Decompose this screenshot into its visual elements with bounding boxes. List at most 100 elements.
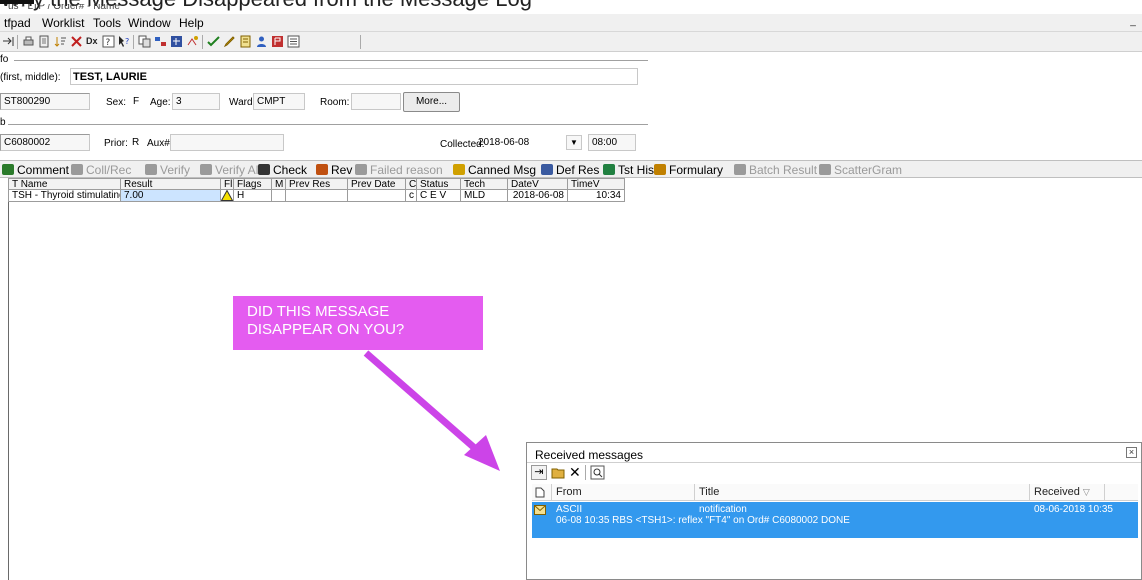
column-header-prev-date[interactable]: Prev Date [348, 178, 406, 190]
column-header-m[interactable]: M [272, 178, 286, 190]
flag-icon[interactable] [271, 35, 284, 48]
help-query-icon[interactable]: ? [102, 35, 115, 48]
date-dropdown-icon[interactable]: ▼ [566, 135, 582, 150]
callout-box: DID THIS MESSAGE DISAPPEAR ON YOU? [233, 296, 483, 350]
specimen-icon[interactable] [170, 35, 183, 48]
column-header-result[interactable]: Result [121, 178, 221, 190]
sex-label: Sex: [106, 97, 127, 108]
results-toolbar-item-batch-result[interactable]: Batch Result [734, 163, 817, 177]
results-toolbar-item-coll-rec[interactable]: Coll/Rec [71, 163, 131, 177]
flow-icon[interactable] [186, 35, 199, 48]
toolbar-separator [585, 465, 586, 480]
results-toolbar-item-failed-reason[interactable]: Failed reason [355, 163, 443, 177]
result-cell-datev: 2018-06-08 [508, 190, 568, 202]
message-title: notification [699, 504, 747, 515]
rev-icon [316, 164, 328, 175]
room-label: Room: [320, 97, 350, 108]
envelope-icon [534, 505, 546, 515]
results-toolbar-label: Verify [160, 163, 191, 177]
toolbar-end [360, 35, 361, 49]
menu-tools[interactable]: Tools [93, 16, 121, 30]
main-toolbar: Dx ? ? [0, 32, 1142, 52]
results-toolbar-label: Verify All [215, 163, 262, 177]
column-header-status[interactable]: Status [417, 178, 461, 190]
results-toolbar-item-verify[interactable]: Verify [145, 163, 190, 177]
patient-group-line [14, 60, 648, 61]
order-group-line [8, 124, 648, 125]
column-header-t-name[interactable]: T Name [8, 178, 121, 190]
result-cell-c: c [406, 190, 417, 202]
messages-header: From Title Received ▽ [532, 484, 1138, 501]
grid-left-border [8, 178, 9, 580]
delete-icon[interactable]: ✕ [569, 464, 581, 481]
batch-result-icon [734, 164, 746, 175]
ward-label: Ward: [229, 97, 256, 108]
results-toolbar-item-tst-hist[interactable]: Tst Hist [603, 163, 657, 177]
collected-time[interactable]: 08:00 [588, 134, 636, 151]
context-help-icon[interactable]: ? [117, 35, 130, 48]
results-toolbar-item-comment[interactable]: Comment [2, 163, 69, 177]
patient-id-field[interactable]: ST800290 [0, 93, 90, 110]
tab-forward-icon[interactable] [2, 35, 15, 48]
age-label: Age: [150, 97, 171, 108]
pen-icon[interactable] [223, 35, 236, 48]
pin-icon[interactable]: ⇥ [531, 465, 547, 480]
header-separator [1029, 484, 1030, 500]
svg-text:?: ? [125, 37, 129, 46]
report-icon[interactable] [239, 35, 252, 48]
close-icon[interactable]: × [1126, 447, 1137, 458]
result-cell-fl [221, 190, 234, 202]
message-row[interactable]: ASCII notification 08-06-2018 10:35 06-0… [532, 502, 1138, 538]
prior-value: R [132, 137, 140, 148]
list-icon[interactable] [287, 35, 300, 48]
sort-icon[interactable] [54, 35, 67, 48]
accession-field[interactable]: C6080002 [0, 134, 90, 151]
cancel-order-icon[interactable] [70, 35, 83, 48]
column-header-flags[interactable]: Flags [234, 178, 272, 190]
column-header-c[interactable]: C [406, 178, 417, 190]
menu-scratchpad[interactable]: tfpad [4, 16, 31, 30]
results-toolbar-item-verify-all[interactable]: Verify All [200, 163, 261, 177]
results-toolbar-item-canned-msg[interactable]: Canned Msg [453, 163, 536, 177]
results-toolbar-label: Tst Hist [618, 163, 658, 177]
document-column-icon [535, 487, 545, 498]
results-toolbar-item-check[interactable]: Check [258, 163, 307, 177]
results-toolbar-item-scattergram[interactable]: ScatterGram [819, 163, 902, 177]
sort-descending-icon: ▽ [1082, 487, 1090, 497]
copy-icon[interactable] [138, 35, 151, 48]
results-toolbar-item-rev[interactable]: Rev [316, 163, 352, 177]
verify-icon [145, 164, 157, 175]
collected-date[interactable]: 2018-06-08 [474, 134, 566, 151]
minimize-button[interactable]: _ [1124, 16, 1142, 28]
result-cell-result[interactable]: 7.00 [121, 190, 221, 202]
open-folder-icon[interactable] [551, 466, 566, 479]
menu-worklist[interactable]: Worklist [42, 16, 84, 30]
results-toolbar-label: Canned Msg [468, 163, 537, 177]
document-icon[interactable] [38, 35, 51, 48]
user-icon[interactable] [255, 35, 268, 48]
column-header-timev[interactable]: TimeV [568, 178, 625, 190]
result-cell-t-name: TSH - Thyroid stimulating [8, 190, 121, 202]
title-bar: us - LTP / Order# - Name [0, 4, 1142, 14]
results-toolbar-item-formulary[interactable]: Formulary [654, 163, 723, 177]
column-header-prev-res[interactable]: Prev Res [286, 178, 348, 190]
column-header-fl[interactable]: Fl [221, 178, 234, 190]
results-toolbar-item-def-res[interactable]: Def Res [541, 163, 599, 177]
results-toolbar-label: ScatterGram [834, 163, 903, 177]
menu-help[interactable]: Help [179, 16, 204, 30]
preview-icon[interactable] [590, 465, 605, 480]
transfer-icon[interactable] [154, 35, 167, 48]
received-column-header[interactable]: Received ▽ [1034, 486, 1090, 498]
menu-window[interactable]: Window [128, 16, 171, 30]
check-icon[interactable] [207, 35, 220, 48]
header-separator [1104, 484, 1105, 500]
title-column-header[interactable]: Title [699, 486, 719, 498]
column-header-tech[interactable]: Tech [461, 178, 508, 190]
column-header-datev[interactable]: DateV [508, 178, 568, 190]
more-button[interactable]: More... [403, 92, 460, 112]
print-icon[interactable] [22, 35, 35, 48]
aux-field[interactable] [170, 134, 284, 151]
dx-icon[interactable]: Dx [86, 36, 98, 46]
from-column-header[interactable]: From [556, 486, 582, 498]
warning-icon [221, 190, 233, 201]
